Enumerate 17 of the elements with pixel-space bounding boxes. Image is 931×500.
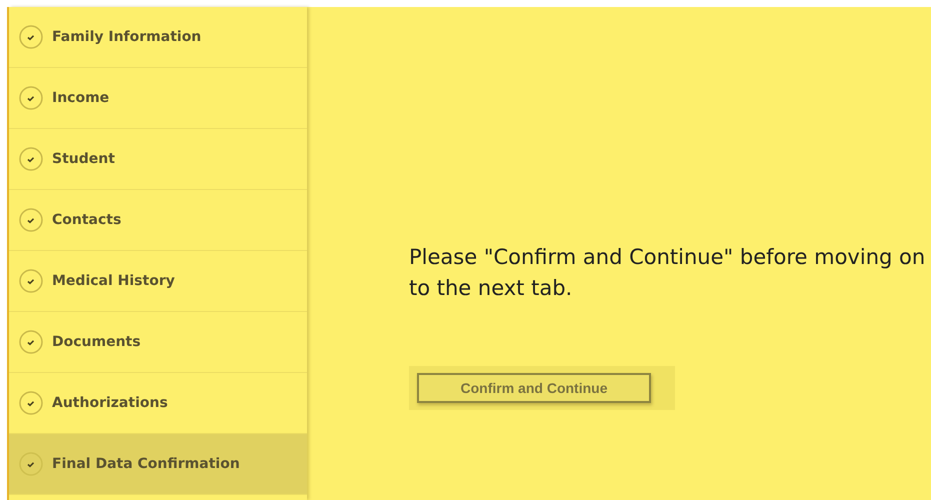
sidebar-item[interactable]: Final Data Confirmation [9, 434, 307, 495]
check-circle-icon [19, 269, 43, 293]
sidebar-item[interactable]: Family Information [9, 7, 307, 68]
check-circle-icon [19, 330, 43, 354]
check-circle-icon [19, 25, 43, 49]
instruction-text: Please "Confirm and Continue" before moving on to the next tab. [409, 244, 926, 302]
sidebar-item[interactable]: Student [9, 129, 307, 190]
confirm-button[interactable]: Confirm and Continue [417, 373, 651, 403]
check-circle-icon [19, 208, 43, 232]
sidebar-item[interactable]: Contacts [9, 190, 307, 251]
sidebar-item[interactable]: Medical History [9, 251, 307, 312]
check-circle-icon [19, 86, 43, 110]
check-circle-icon [19, 391, 43, 415]
check-circle-icon [19, 147, 43, 171]
sidebar-item[interactable]: Documents [9, 312, 307, 373]
check-circle-icon [19, 452, 43, 476]
sidebar-item[interactable]: Income [9, 68, 307, 129]
